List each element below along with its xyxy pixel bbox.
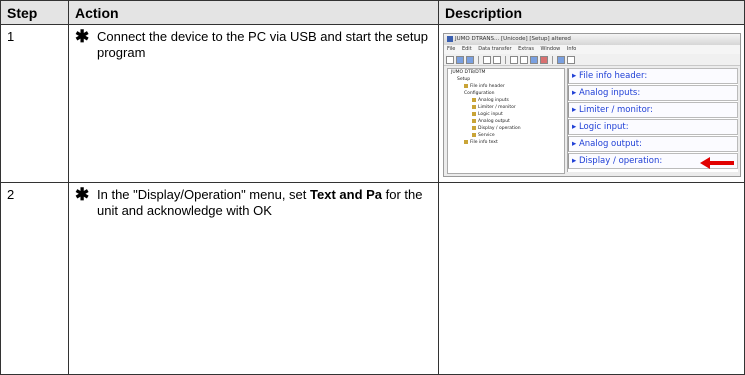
step-number: 1 [0, 24, 69, 183]
undo-icon [510, 55, 518, 64]
tree-item: Analog output [448, 118, 564, 125]
action-cell: ✱ Connect the device to the PC via USB a… [68, 24, 439, 183]
tree-file-info-text: File info text [448, 139, 564, 146]
tree-item: Analog inputs [448, 97, 564, 104]
tree-setup: Setup [457, 77, 471, 82]
description-cell: JUMO DTRANS... [Unicode] [Setup] altered… [438, 24, 745, 183]
table-row: 1 ✱ Connect the device to the PC via USB… [0, 24, 745, 183]
copy-icon [483, 55, 491, 64]
section-logic-input: Logic input: [568, 119, 738, 135]
action-text-bold: Text and Pa [310, 187, 383, 202]
bullet-icon: ✱ [75, 27, 90, 46]
sections-panel: File info header: Analog inputs: Limiter… [567, 68, 738, 172]
tree-item: Limiter / monitor [448, 104, 564, 111]
column-header-description: Description [438, 0, 745, 25]
column-header-action: Action [68, 0, 439, 25]
device-icon [557, 55, 565, 64]
grid-icon [567, 55, 575, 64]
toolbar-separator [552, 55, 553, 64]
section-analog-output: Analog output: [568, 136, 738, 152]
app-icon [447, 35, 453, 42]
table-header-row: Step Action Description [0, 0, 745, 25]
window-title: JUMO DTRANS... [Unicode] [Setup] altered [455, 36, 571, 42]
toolbar-separator [505, 55, 506, 64]
setup-program-screenshot: JUMO DTRANS... [Unicode] [Setup] altered… [443, 33, 741, 177]
window-titlebar: JUMO DTRANS... [Unicode] [Setup] altered [444, 34, 740, 45]
toolbar [444, 54, 740, 66]
redo-icon [520, 55, 528, 64]
menu-info: Info [566, 46, 577, 52]
column-header-step: Step [0, 0, 69, 25]
tree-configuration: Configuration [464, 91, 495, 96]
action-text: In the "Display/Operation" menu, set Tex… [97, 187, 432, 219]
section-limiter-monitor: Limiter / monitor: [568, 102, 738, 118]
description-cell [438, 182, 745, 375]
table-row: 2 ✱ In the "Display/Operation" menu, set… [0, 182, 745, 375]
instruction-table: Step Action Description 1 ✱ Connect the … [0, 0, 745, 375]
tree-item: Service [448, 132, 564, 139]
bullet-icon: ✱ [75, 185, 90, 204]
new-icon [446, 55, 454, 64]
section-analog-inputs: Analog inputs: [568, 85, 738, 101]
section-file-info-header: File info header: [568, 68, 738, 84]
menu-extras: Extras [518, 46, 534, 52]
action-text-part: In the "Display/Operation" menu, set [97, 187, 311, 202]
tree-item: Display / operation [448, 125, 564, 132]
navigation-tree: JUMO DTB/DTM Setup File info header Conf… [447, 68, 565, 174]
action-cell: ✱ In the "Display/Operation" menu, set T… [68, 182, 439, 375]
save-icon [466, 55, 474, 64]
open-icon [456, 55, 464, 64]
stop-icon [540, 55, 548, 64]
menu-bar: File Edit Data transfer Extras Window In… [444, 45, 740, 54]
menu-data-transfer: Data transfer [478, 46, 512, 52]
tree-file-info-header: File info header [448, 83, 564, 90]
tree-root: JUMO DTB/DTM [451, 70, 486, 75]
transfer-icon [530, 55, 538, 64]
print-icon [493, 55, 501, 64]
step-number: 2 [0, 182, 69, 375]
red-arrow-icon [700, 157, 734, 169]
action-text: Connect the device to the PC via USB and… [97, 29, 428, 60]
menu-file: File [447, 46, 456, 52]
menu-window: Window [540, 46, 561, 52]
menu-edit: Edit [461, 46, 472, 52]
toolbar-separator [478, 55, 479, 64]
tree-item: Logic input [448, 111, 564, 118]
